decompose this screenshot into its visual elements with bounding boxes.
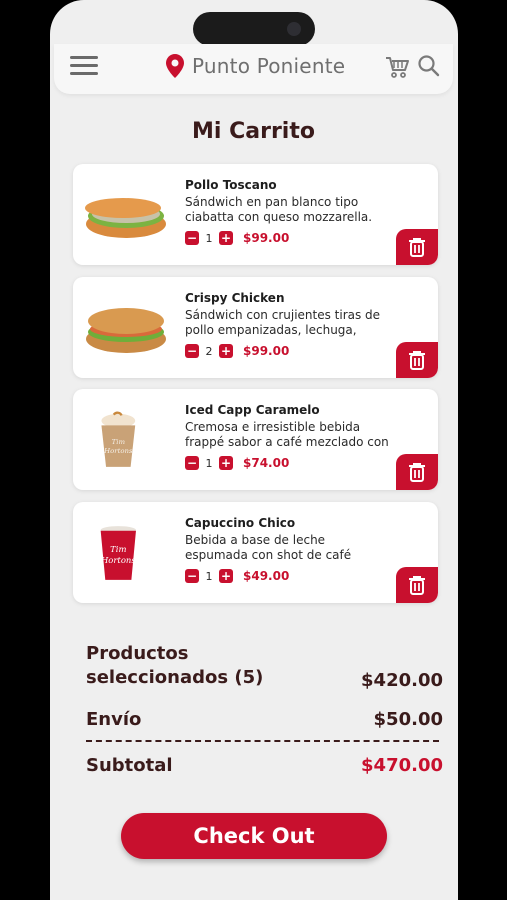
decrease-button[interactable]: − bbox=[185, 569, 199, 583]
item-name: Capuccino Chico bbox=[185, 516, 296, 530]
location-pin-icon bbox=[166, 54, 184, 78]
sandwich-image bbox=[86, 308, 166, 353]
increase-button[interactable]: + bbox=[219, 231, 233, 245]
svg-text:Hortons: Hortons bbox=[100, 555, 136, 565]
dynamic-island bbox=[193, 12, 315, 46]
trash-icon bbox=[409, 463, 425, 482]
decrease-button[interactable]: − bbox=[185, 231, 199, 245]
item-description: Sándwich en pan blanco tipo ciabatta con… bbox=[185, 195, 373, 224]
search-icon[interactable] bbox=[417, 54, 441, 78]
cart-item: Tim Hortons Iced Capp Caramelo Cremosa e… bbox=[73, 389, 438, 490]
quantity-value: 2 bbox=[205, 344, 213, 358]
delete-button[interactable] bbox=[396, 229, 438, 265]
shipping-value: $50.00 bbox=[373, 709, 443, 730]
trash-icon bbox=[409, 576, 425, 595]
item-description: Cremosa e irresistible bebida frappé sab… bbox=[185, 420, 389, 449]
cart-item: Tim Hortons Capuccino Chico Bebida a bas… bbox=[73, 502, 438, 603]
quantity-stepper: − 1 + $49.00 bbox=[185, 569, 289, 583]
delete-button[interactable] bbox=[396, 567, 438, 603]
item-description: Bebida a base de leche espumada con shot… bbox=[185, 533, 352, 562]
subtotal-row: Subtotal $470.00 bbox=[86, 755, 443, 776]
coffee-cup-image: Tim Hortons bbox=[100, 526, 136, 580]
delete-button[interactable] bbox=[396, 454, 438, 490]
shipping-row: Envío $50.00 bbox=[86, 709, 443, 730]
increase-button[interactable]: + bbox=[219, 456, 233, 470]
delete-button[interactable] bbox=[396, 342, 438, 378]
cart-item: Pollo Toscano Sándwich en pan blanco tip… bbox=[73, 164, 438, 265]
sandwich-image bbox=[85, 198, 166, 238]
quantity-stepper: − 1 + $74.00 bbox=[185, 456, 289, 470]
top-bar: Punto Poniente bbox=[54, 44, 453, 94]
products-label-line1: Productos bbox=[86, 643, 189, 664]
increase-button[interactable]: + bbox=[219, 569, 233, 583]
quantity-stepper: − 2 + $99.00 bbox=[185, 344, 289, 358]
trash-icon bbox=[409, 351, 425, 370]
location-name: Punto Poniente bbox=[192, 54, 346, 78]
item-name: Pollo Toscano bbox=[185, 178, 277, 192]
subtotal-value: $470.00 bbox=[361, 755, 443, 776]
svg-text:Tim: Tim bbox=[112, 438, 126, 446]
item-name: Crispy Chicken bbox=[185, 291, 285, 305]
decrease-button[interactable]: − bbox=[185, 456, 199, 470]
item-price: $74.00 bbox=[243, 456, 290, 470]
item-description: Sándwich con crujientes tiras de pollo e… bbox=[185, 308, 381, 337]
svg-text:Tim: Tim bbox=[110, 544, 126, 554]
quantity-value: 1 bbox=[205, 569, 213, 583]
summary-divider bbox=[86, 740, 439, 742]
quantity-value: 1 bbox=[205, 231, 213, 245]
iced-drink-image: Tim Hortons bbox=[101, 411, 136, 467]
cart-icon[interactable] bbox=[384, 54, 410, 80]
item-price: $99.00 bbox=[243, 344, 290, 358]
checkout-button[interactable]: Check Out bbox=[121, 813, 387, 859]
page-title: Mi Carrito bbox=[192, 119, 315, 144]
decrease-button[interactable]: − bbox=[185, 344, 199, 358]
products-row: Productos seleccionados (5) $420.00 bbox=[86, 643, 443, 691]
item-price: $49.00 bbox=[243, 569, 290, 583]
menu-icon[interactable] bbox=[70, 56, 98, 78]
svg-text:Hortons: Hortons bbox=[103, 447, 133, 455]
item-price: $99.00 bbox=[243, 231, 290, 245]
trash-icon bbox=[409, 238, 425, 257]
camera-icon bbox=[287, 22, 301, 36]
quantity-stepper: − 1 + $99.00 bbox=[185, 231, 289, 245]
cart-item: Crispy Chicken Sándwich con crujientes t… bbox=[73, 277, 438, 378]
item-name: Iced Capp Caramelo bbox=[185, 403, 320, 417]
shipping-label: Envío bbox=[86, 709, 142, 730]
quantity-value: 1 bbox=[205, 456, 213, 470]
products-value: $420.00 bbox=[361, 670, 443, 691]
subtotal-label: Subtotal bbox=[86, 755, 173, 776]
location-selector[interactable]: Punto Poniente bbox=[166, 54, 345, 78]
increase-button[interactable]: + bbox=[219, 344, 233, 358]
